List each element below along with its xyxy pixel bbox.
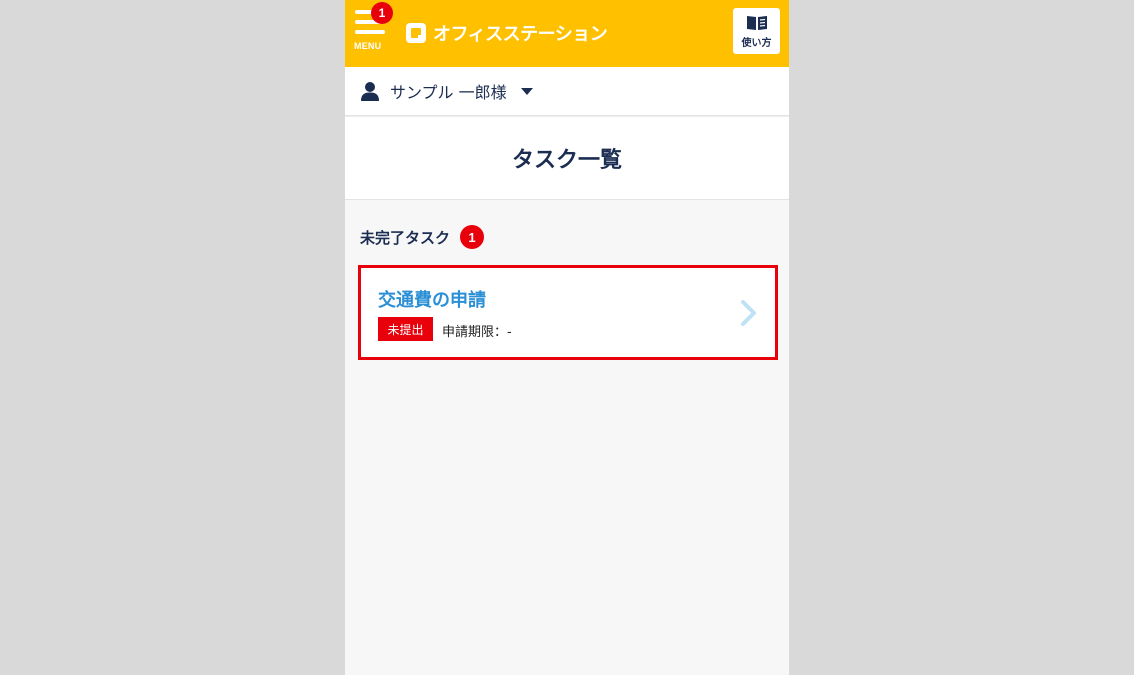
guide-label: 使い方 [741, 38, 772, 49]
task-title: 交通費の申請 [378, 290, 486, 311]
book-icon [746, 16, 767, 30]
user-name: サンプル 一郎様 [390, 83, 507, 102]
chevron-right-icon [741, 300, 756, 326]
brand-name: オフィスステーション [433, 24, 608, 45]
caret-down-icon [520, 87, 533, 95]
logo-icon [406, 23, 426, 43]
title-bar: タスク一覧 [345, 117, 789, 200]
task-card[interactable]: 交通費の申請 未提出 申請期限：- [358, 265, 778, 360]
status-badge: 未提出 [378, 317, 433, 341]
guide-button[interactable]: 使い方 [733, 8, 780, 54]
app-screen: MENU 1 オフィスステーション 使い方 サンプル 一郎様 タスク一覧 未完了… [345, 0, 789, 675]
user-icon [361, 82, 379, 101]
menu-label: MENU [354, 41, 382, 51]
section-label: 未完了タスク [360, 228, 451, 247]
notification-badge: 1 [371, 2, 393, 24]
page-title: タスク一覧 [511, 148, 622, 173]
section-heading: 未完了タスク 1 [360, 225, 485, 249]
app-header: MENU 1 オフィスステーション 使い方 [345, 0, 789, 67]
user-menu[interactable]: サンプル 一郎様 [345, 67, 789, 116]
task-deadline: 申請期限：- [442, 325, 512, 340]
menu-button[interactable]: MENU 1 [353, 2, 393, 54]
brand-logo[interactable]: オフィスステーション [405, 20, 608, 46]
task-count-badge: 1 [460, 225, 485, 249]
